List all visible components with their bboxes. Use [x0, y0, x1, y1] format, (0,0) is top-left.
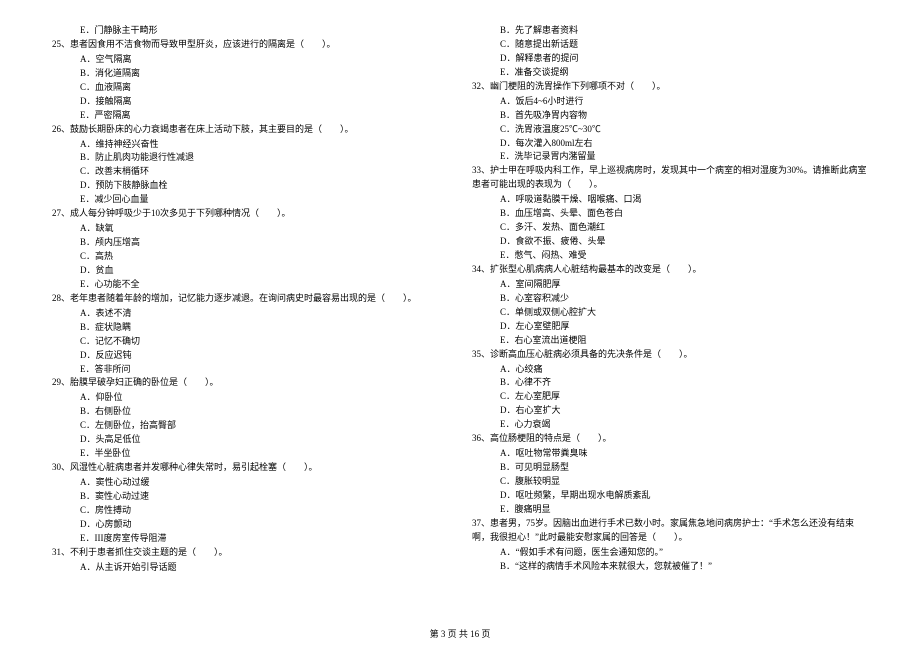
option: B．“这样的病情手术风险本来就很大，您就被催了！”: [472, 560, 868, 574]
option: A．呼吸道黏膜干燥、咽喉痛、口渴: [472, 193, 868, 207]
option: E．心力衰竭: [472, 418, 868, 432]
question-30: 30、风湿性心脏病患者并发哪种心律失常时，易引起栓塞（ ）。: [52, 461, 448, 475]
option: D．左心室壁肥厚: [472, 320, 868, 334]
stem: 26、鼓励长期卧床的心力衰竭患者在床上活动下肢，其主要目的是（ ）。: [52, 124, 354, 134]
question-32: 32、幽门梗阻的洗胃操作下列哪项不对（ ）。: [472, 80, 868, 94]
option: D．每次灌入800ml左右: [472, 137, 868, 151]
option: B．先了解患者资料: [472, 24, 868, 38]
option: A．“假如手术有问题，医生会通知您的。”: [472, 546, 868, 560]
option: A．空气隔离: [52, 53, 448, 67]
option: A．维持神经兴奋性: [52, 138, 448, 152]
option: B．防止肌肉功能退行性减退: [52, 151, 448, 165]
stem: 37、患者男，75岁。因脑出血进行手术已数小时。家属焦急地问病房护士：“手术怎么…: [472, 518, 854, 542]
option: A．表述不清: [52, 307, 448, 321]
question-29: 29、胎膜早破孕妇正确的卧位是（ ）。: [52, 376, 448, 390]
option: B．可见明显肠型: [472, 461, 868, 475]
option: C．腹胀较明显: [472, 475, 868, 489]
stem: 28、老年患者随着年龄的增加，记忆能力逐步减退。在询问病史时最容易出现的是（ ）…: [52, 293, 417, 303]
option: D．解释患者的提问: [472, 52, 868, 66]
option: A．缺氧: [52, 222, 448, 236]
question-34: 34、扩张型心肌病病人心脏结构最基本的改变是（ ）。: [472, 263, 868, 277]
option: D．呕吐频繁，早期出现水电解质紊乱: [472, 489, 868, 503]
option: E．减少回心血量: [52, 193, 448, 207]
stem: 34、扩张型心肌病病人心脏结构最基本的改变是（ ）。: [472, 264, 702, 274]
option: A．仰卧位: [52, 391, 448, 405]
option: B．首先吸净胃内容物: [472, 109, 868, 123]
option: B．心律不齐: [472, 376, 868, 390]
stem: 30、风湿性心脏病患者并发哪种心律失常时，易引起栓塞（ ）。: [52, 462, 318, 472]
option: A．窦性心动过缓: [52, 476, 448, 490]
option: A．饭后4~6小时进行: [472, 95, 868, 109]
option: E．答非所问: [52, 363, 448, 377]
question-25: 25、患者因食用不洁食物而导致甲型肝炎，应该进行的隔离是（ ）。: [52, 38, 448, 52]
option: A．呕吐物常带粪臭味: [472, 447, 868, 461]
option: B．消化道隔离: [52, 67, 448, 81]
option: D．反应迟钝: [52, 349, 448, 363]
question-37: 37、患者男，75岁。因脑出血进行手术已数小时。家属焦急地问病房护士：“手术怎么…: [472, 517, 868, 545]
option: C．房性搏动: [52, 504, 448, 518]
option: C．单侧或双侧心腔扩大: [472, 306, 868, 320]
option: C．洗胃液温度25℃~30℃: [472, 123, 868, 137]
option: E．半坐卧位: [52, 447, 448, 461]
left-column: E．门静脉主干畸形 25、患者因食用不洁食物而导致甲型肝炎，应该进行的隔离是（ …: [52, 24, 448, 575]
option: C．血液隔离: [52, 81, 448, 95]
option: A．室间隔肥厚: [472, 278, 868, 292]
option: E．准备交谈提纲: [472, 66, 868, 80]
option: E．右心室流出道梗阻: [472, 334, 868, 348]
option: E．心功能不全: [52, 278, 448, 292]
option: E．III度房室传导阻滞: [52, 532, 448, 546]
stem: 32、幽门梗阻的洗胃操作下列哪项不对（ ）。: [472, 81, 666, 91]
page-footer: 第 3 页 共 16 页: [0, 627, 920, 640]
option: B．症状隐瞒: [52, 321, 448, 335]
stem: 25、患者因食用不洁食物而导致甲型肝炎，应该进行的隔离是（ ）。: [52, 39, 336, 49]
option: E．严密隔离: [52, 109, 448, 123]
option: A．从主诉开始引导话题: [52, 561, 448, 575]
option: E．腹痛明显: [472, 503, 868, 517]
option: C．左心室肥厚: [472, 390, 868, 404]
stem: 35、诊断高血压心脏病必须具备的先决条件是（ ）。: [472, 349, 693, 359]
option: E．憋气、闷热、难受: [472, 249, 868, 263]
stem: 36、高位肠梗阻的特点是（ ）。: [472, 433, 612, 443]
option: B．右侧卧位: [52, 405, 448, 419]
option: D．心房颤动: [52, 518, 448, 532]
option: B．血压增高、头晕、面色苍白: [472, 207, 868, 221]
option: B．窦性心动过速: [52, 490, 448, 504]
question-36: 36、高位肠梗阻的特点是（ ）。: [472, 432, 868, 446]
stem: 27、成人每分钟呼吸少于10次多见于下列哪种情况（ ）。: [52, 208, 291, 218]
option: D．贫血: [52, 264, 448, 278]
option: D．接触隔离: [52, 95, 448, 109]
question-35: 35、诊断高血压心脏病必须具备的先决条件是（ ）。: [472, 348, 868, 362]
option: A．心绞痛: [472, 363, 868, 377]
option: B．心室容积减少: [472, 292, 868, 306]
question-28: 28、老年患者随着年龄的增加，记忆能力逐步减退。在询问病史时最容易出现的是（ ）…: [52, 292, 448, 306]
question-26: 26、鼓励长期卧床的心力衰竭患者在床上活动下肢，其主要目的是（ ）。: [52, 123, 448, 137]
option: B．颅内压增高: [52, 236, 448, 250]
option: C．随意提出新话题: [472, 38, 868, 52]
option: C．左侧卧位，抬高臀部: [52, 419, 448, 433]
option: E．洗毕记录胃内潴留量: [472, 150, 868, 164]
option: D．食欲不振、疲倦、头晕: [472, 235, 868, 249]
stem: 31、不利于患者抓住交谈主题的是（ ）。: [52, 547, 228, 557]
question-27: 27、成人每分钟呼吸少于10次多见于下列哪种情况（ ）。: [52, 207, 448, 221]
option: C．多汗、发热、面色潮红: [472, 221, 868, 235]
option: C．记忆不确切: [52, 335, 448, 349]
option: D．预防下肢静脉血栓: [52, 179, 448, 193]
option: E．门静脉主干畸形: [52, 24, 448, 38]
option: C．高热: [52, 250, 448, 264]
question-31: 31、不利于患者抓住交谈主题的是（ ）。: [52, 546, 448, 560]
stem: 33、护士甲在呼吸内科工作，早上巡视病房时，发现其中一个病室的相对湿度为30%。…: [472, 165, 867, 189]
option: D．右心室扩大: [472, 404, 868, 418]
stem: 29、胎膜早破孕妇正确的卧位是（ ）。: [52, 377, 219, 387]
right-column: B．先了解患者资料 C．随意提出新话题 D．解释患者的提问 E．准备交谈提纲 3…: [472, 24, 868, 575]
question-33: 33、护士甲在呼吸内科工作，早上巡视病房时，发现其中一个病室的相对湿度为30%。…: [472, 164, 868, 192]
option: C．改善末梢循环: [52, 165, 448, 179]
option: D．头高足低位: [52, 433, 448, 447]
